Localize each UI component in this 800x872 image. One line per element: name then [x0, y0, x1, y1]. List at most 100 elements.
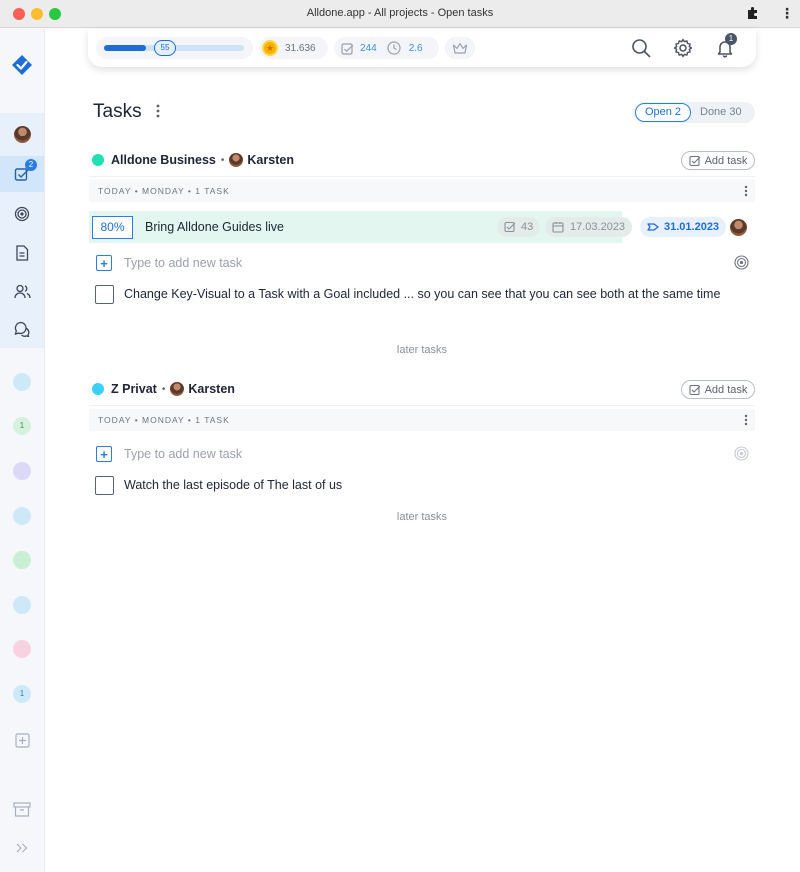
add-task-icon — [689, 155, 700, 166]
tasks-menu-icon[interactable] — [156, 104, 160, 118]
day-section-header: TODAY • MONDAY • 1 TASK — [89, 409, 755, 431]
tasks-count-badge: 2 — [25, 159, 37, 171]
project-owner: Karsten — [247, 153, 294, 167]
target-icon[interactable] — [734, 446, 749, 461]
window-titlebar: Alldone.app - All projects - Open tasks … — [0, 0, 800, 28]
chevrons-right-icon — [16, 843, 28, 853]
document-icon — [16, 245, 29, 261]
task-progress-badge[interactable]: 80% — [92, 216, 133, 239]
sidebar-item-chats[interactable] — [0, 311, 44, 347]
users-icon — [13, 284, 31, 298]
sidebar-project-1[interactable] — [13, 373, 31, 391]
add-task-button[interactable]: Add task — [681, 151, 755, 170]
task-title[interactable]: Watch the last episode of The last of us — [124, 473, 734, 497]
separator: • — [161, 383, 166, 395]
day-label: TODAY • MONDAY • 1 TASK — [98, 186, 230, 196]
project-header[interactable]: Alldone Business • Karsten — [92, 151, 294, 169]
window-title: Alldone.app - All projects - Open tasks — [306, 7, 494, 19]
sidebar-item-goals[interactable] — [0, 196, 44, 232]
subtasks-chip[interactable]: 43 — [497, 217, 541, 237]
date-chip[interactable]: 17.03.2023 — [545, 217, 633, 237]
clock-icon — [387, 41, 401, 55]
add-task-button[interactable]: Add task — [681, 380, 755, 399]
tab-open[interactable]: Open 2 — [635, 103, 691, 122]
project-color-dot — [92, 154, 104, 166]
day-menu-icon[interactable] — [744, 185, 748, 197]
sidebar-project-2[interactable]: 1 — [13, 417, 31, 435]
day-label: TODAY • MONDAY • 1 TASK — [98, 415, 230, 425]
sidebar-project-3[interactable] — [13, 462, 31, 480]
archive-button[interactable] — [12, 799, 32, 819]
assignee-avatar[interactable] — [730, 219, 747, 236]
project-name: Alldone Business — [111, 153, 216, 167]
new-task-row[interactable]: + Type to add new task — [96, 445, 242, 463]
archive-icon — [13, 801, 31, 817]
add-task-label: Add task — [704, 383, 748, 396]
page-title: Tasks — [93, 101, 142, 122]
sidebar-project-8[interactable]: 1 — [13, 685, 31, 703]
later-tasks-link[interactable]: later tasks — [380, 511, 464, 523]
day-section-header: TODAY • MONDAY • 1 TASK — [89, 180, 755, 202]
task-due-date: 31.01.2023 — [664, 221, 720, 233]
add-task-label: Add task — [704, 154, 748, 167]
extensions-puzzle-icon[interactable] — [746, 6, 760, 20]
add-project-button[interactable] — [12, 730, 32, 750]
new-task-row[interactable]: + Type to add new task — [96, 254, 242, 272]
premium-button[interactable] — [445, 37, 475, 59]
expand-sidebar-button[interactable] — [12, 838, 32, 858]
sidebar-project-7[interactable] — [13, 640, 31, 658]
project-badge: 1 — [19, 421, 25, 430]
owner-avatar — [170, 382, 185, 396]
project-owner: Karsten — [188, 382, 235, 396]
done-tasks-count: 244 — [360, 42, 377, 54]
calendar-icon — [552, 222, 564, 233]
level-progress-fill — [104, 45, 146, 51]
alldone-logo-icon[interactable] — [11, 54, 33, 76]
sidebar-item-notes[interactable] — [0, 235, 44, 271]
later-tasks-link[interactable]: later tasks — [380, 344, 464, 356]
subtasks-count: 43 — [521, 221, 534, 233]
plus-icon[interactable]: + — [96, 446, 112, 462]
sidebar-nav: 2 — [0, 113, 44, 348]
sidebar-project-5[interactable] — [13, 551, 31, 569]
sidebar-project-4[interactable] — [13, 507, 31, 525]
top-bar: 55 ★ 31.636 244 2.6 1 — [88, 29, 756, 67]
gold-pill[interactable]: ★ 31.636 — [259, 37, 328, 59]
sidebar-item-tasks[interactable]: 2 — [0, 156, 44, 192]
plus-icon[interactable]: + — [96, 255, 112, 271]
project-color-dot — [92, 383, 104, 395]
stats-pill[interactable]: 244 2.6 — [334, 37, 439, 59]
tab-done[interactable]: Done 30 — [700, 106, 742, 118]
task-title[interactable]: Bring Alldone Guides live — [145, 220, 284, 234]
task-date: 17.03.2023 — [570, 221, 626, 233]
task-row-highlighted[interactable]: 80% Bring Alldone Guides live 43 17.03.2… — [89, 211, 755, 243]
gold-coin-icon: ★ — [262, 40, 278, 56]
task-checkbox[interactable] — [95, 285, 114, 304]
due-date-icon — [647, 223, 659, 231]
crown-icon — [452, 42, 468, 54]
project-header[interactable]: Z Privat • Karsten — [92, 380, 235, 398]
level-progress-bar: 55 — [104, 40, 244, 56]
done-tasks-icon — [341, 42, 354, 55]
sidebar-item-contacts[interactable] — [0, 273, 44, 309]
browser-menu-icon[interactable]: ⋮ — [780, 6, 794, 20]
sidebar-project-6[interactable] — [13, 596, 31, 614]
task-checkbox[interactable] — [95, 476, 114, 495]
plus-square-icon — [14, 732, 30, 748]
project-name: Z Privat — [111, 382, 157, 396]
sidebar-item-profile[interactable] — [0, 116, 44, 152]
due-date-chip[interactable]: 31.01.2023 — [640, 217, 727, 237]
user-avatar — [13, 125, 31, 143]
divider — [89, 405, 755, 406]
target-icon[interactable] — [734, 255, 749, 270]
task-title[interactable]: Change Key-Visual to a Task with a Goal … — [124, 282, 734, 306]
search-icon[interactable] — [631, 38, 651, 58]
separator: • — [220, 154, 225, 166]
gear-icon[interactable] — [673, 38, 693, 58]
new-task-input[interactable]: Type to add new task — [124, 447, 242, 461]
day-menu-icon[interactable] — [744, 414, 748, 426]
new-task-input[interactable]: Type to add new task — [124, 256, 242, 270]
sidebar: 2 1 1 — [0, 29, 45, 872]
subtasks-icon — [504, 221, 516, 233]
open-done-toggle: Open 2 Done 30 — [634, 102, 755, 123]
